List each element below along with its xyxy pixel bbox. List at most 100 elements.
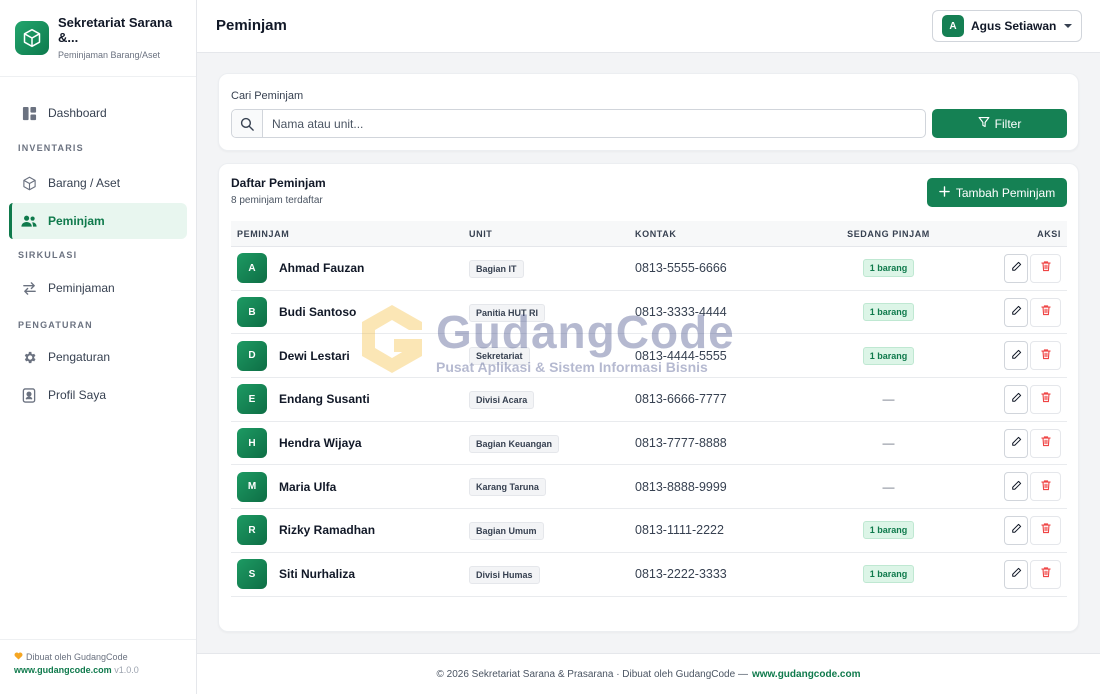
- pencil-icon: [1011, 521, 1022, 539]
- delete-button[interactable]: [1030, 297, 1061, 327]
- edit-button[interactable]: [1004, 515, 1028, 545]
- sidebar: Sekretariat Sarana &... Peminjaman Baran…: [0, 0, 197, 694]
- pencil-icon: [1011, 303, 1022, 321]
- filter-icon: [978, 116, 990, 131]
- unit-badge: Divisi Acara: [469, 390, 535, 409]
- footer-site-link[interactable]: www.gudangcode.com: [752, 669, 861, 680]
- borrower-list-card: Daftar Peminjam 8 peminjam terdaftar Tam…: [218, 163, 1079, 632]
- contact-phone: 0813-5555-6666: [635, 261, 727, 276]
- borrow-status-badge: 1 barang: [862, 303, 915, 322]
- search-input[interactable]: [263, 110, 925, 137]
- user-menu-button[interactable]: A Agus Setiawan: [932, 10, 1082, 42]
- borrow-status-badge: 1 barang: [862, 521, 915, 540]
- trash-icon: [1040, 390, 1052, 408]
- borrower-name: Dewi Lestari: [279, 348, 350, 363]
- trash-icon: [1040, 434, 1052, 452]
- edit-button[interactable]: [1004, 253, 1028, 283]
- sidebar-item-pengaturan[interactable]: Pengaturan: [9, 339, 187, 375]
- avatar: D: [237, 340, 267, 371]
- delete-button[interactable]: [1030, 559, 1061, 589]
- user-name: Agus Setiawan: [971, 19, 1057, 33]
- sidebar-footer-credit: Dibuat oleh GudangCode: [26, 652, 128, 662]
- delete-button[interactable]: [1030, 384, 1061, 414]
- contact-phone: 0813-7777-8888: [635, 436, 727, 451]
- plus-icon: [939, 185, 950, 200]
- pencil-icon: [1011, 565, 1022, 583]
- box-logo-icon: [15, 21, 49, 55]
- caret-down-icon: [1064, 24, 1072, 28]
- contact-phone: 0813-3333-4444: [635, 305, 727, 320]
- search-label: Cari Peminjam: [231, 90, 304, 102]
- edit-button[interactable]: [1004, 428, 1028, 458]
- unit-badge: Divisi Humas: [469, 565, 540, 584]
- borrower-name: Siti Nurhaliza: [279, 567, 356, 582]
- col-header-peminjam: PEMINJAM: [237, 228, 290, 239]
- delete-button[interactable]: [1030, 341, 1061, 371]
- table-row: A Ahmad Fauzan Bagian IT 0813-5555-6666 …: [231, 247, 1067, 291]
- brand: Sekretariat Sarana &... Peminjaman Baran…: [0, 0, 196, 77]
- brand-subtitle: Peminjaman Barang/Aset: [58, 50, 161, 60]
- pencil-icon: [1011, 434, 1022, 452]
- unit-badge: Sekretariat: [469, 347, 530, 366]
- filter-label: Filter: [994, 116, 1022, 131]
- avatar: E: [237, 384, 267, 415]
- edit-button[interactable]: [1004, 559, 1028, 589]
- unit-badge: Bagian Umum: [469, 521, 544, 540]
- profile-icon: [21, 387, 37, 403]
- swap-icon: [21, 280, 37, 296]
- edit-button[interactable]: [1004, 384, 1028, 414]
- edit-button[interactable]: [1004, 341, 1028, 371]
- gear-icon: [21, 349, 37, 365]
- list-title: Daftar Peminjam: [231, 176, 326, 190]
- unit-badge: Karang Taruna: [469, 478, 546, 497]
- table-row: H Hendra Wijaya Bagian Keuangan 0813-777…: [231, 422, 1067, 466]
- trash-icon: [1040, 259, 1052, 277]
- col-header-sedang-pinjam: SEDANG PINJAM: [847, 228, 930, 239]
- sidebar-item-dashboard[interactable]: Dashboard: [9, 95, 187, 131]
- unit-badge: Bagian IT: [469, 259, 524, 278]
- search-card: Cari Peminjam Filter: [218, 73, 1079, 151]
- add-borrower-button[interactable]: Tambah Peminjam: [927, 178, 1067, 207]
- edit-button[interactable]: [1004, 472, 1028, 502]
- page-title: Peminjam: [216, 17, 287, 34]
- borrow-status-badge: 1 barang: [862, 259, 915, 278]
- filter-button[interactable]: Filter: [932, 109, 1067, 138]
- top-header: Peminjam A Agus Setiawan: [197, 0, 1100, 53]
- pencil-icon: [1011, 390, 1022, 408]
- list-count: 8 peminjam terdaftar: [231, 195, 323, 206]
- unit-badge: Panitia HUT RI: [469, 303, 546, 322]
- table-row: R Rizky Ramadhan Bagian Umum 0813-1111-2…: [231, 509, 1067, 553]
- contact-phone: 0813-1111-2222: [635, 523, 724, 538]
- brand-title: Sekretariat Sarana &...: [58, 15, 173, 45]
- trash-icon: [1040, 521, 1052, 539]
- delete-button[interactable]: [1030, 428, 1061, 458]
- table-body: A Ahmad Fauzan Bagian IT 0813-5555-6666 …: [231, 247, 1067, 597]
- sidebar-item-peminjaman[interactable]: Peminjaman: [9, 270, 187, 306]
- section-sirkulasi: SIRKULASI: [18, 250, 78, 260]
- sidebar-item-peminjam[interactable]: Peminjam: [9, 203, 187, 239]
- delete-button[interactable]: [1030, 515, 1061, 545]
- pencil-icon: [1011, 478, 1022, 496]
- col-header-unit: UNIT: [469, 228, 493, 239]
- table-header: PEMINJAM UNIT KONTAK SEDANG PINJAM AKSI: [231, 221, 1067, 247]
- box-icon: [21, 175, 37, 191]
- section-inventaris: INVENTARIS: [18, 143, 84, 153]
- table-row: B Budi Santoso Panitia HUT RI 0813-3333-…: [231, 291, 1067, 335]
- delete-button[interactable]: [1030, 472, 1061, 502]
- trash-icon: [1040, 303, 1052, 321]
- edit-button[interactable]: [1004, 297, 1028, 327]
- unit-badge: Bagian Keuangan: [469, 434, 560, 453]
- contact-phone: 0813-6666-7777: [635, 392, 727, 407]
- sidebar-footer-site-link[interactable]: www.gudangcode.com: [14, 665, 112, 675]
- sidebar-item-label: Peminjam: [48, 214, 105, 228]
- avatar: S: [237, 559, 267, 590]
- sidebar-item-profil[interactable]: Profil Saya: [9, 377, 187, 413]
- contact-phone: 0813-8888-9999: [635, 479, 727, 494]
- borrower-name: Ahmad Fauzan: [279, 261, 365, 276]
- table-row: D Dewi Lestari Sekretariat 0813-4444-555…: [231, 334, 1067, 379]
- borrower-name: Rizky Ramadhan: [279, 523, 376, 538]
- sidebar-item-barang[interactable]: Barang / Aset: [9, 165, 187, 201]
- delete-button[interactable]: [1030, 253, 1061, 283]
- sidebar-footer: Dibuat oleh GudangCode www.gudangcode.co…: [0, 639, 196, 694]
- borrow-status-badge: —: [882, 392, 895, 407]
